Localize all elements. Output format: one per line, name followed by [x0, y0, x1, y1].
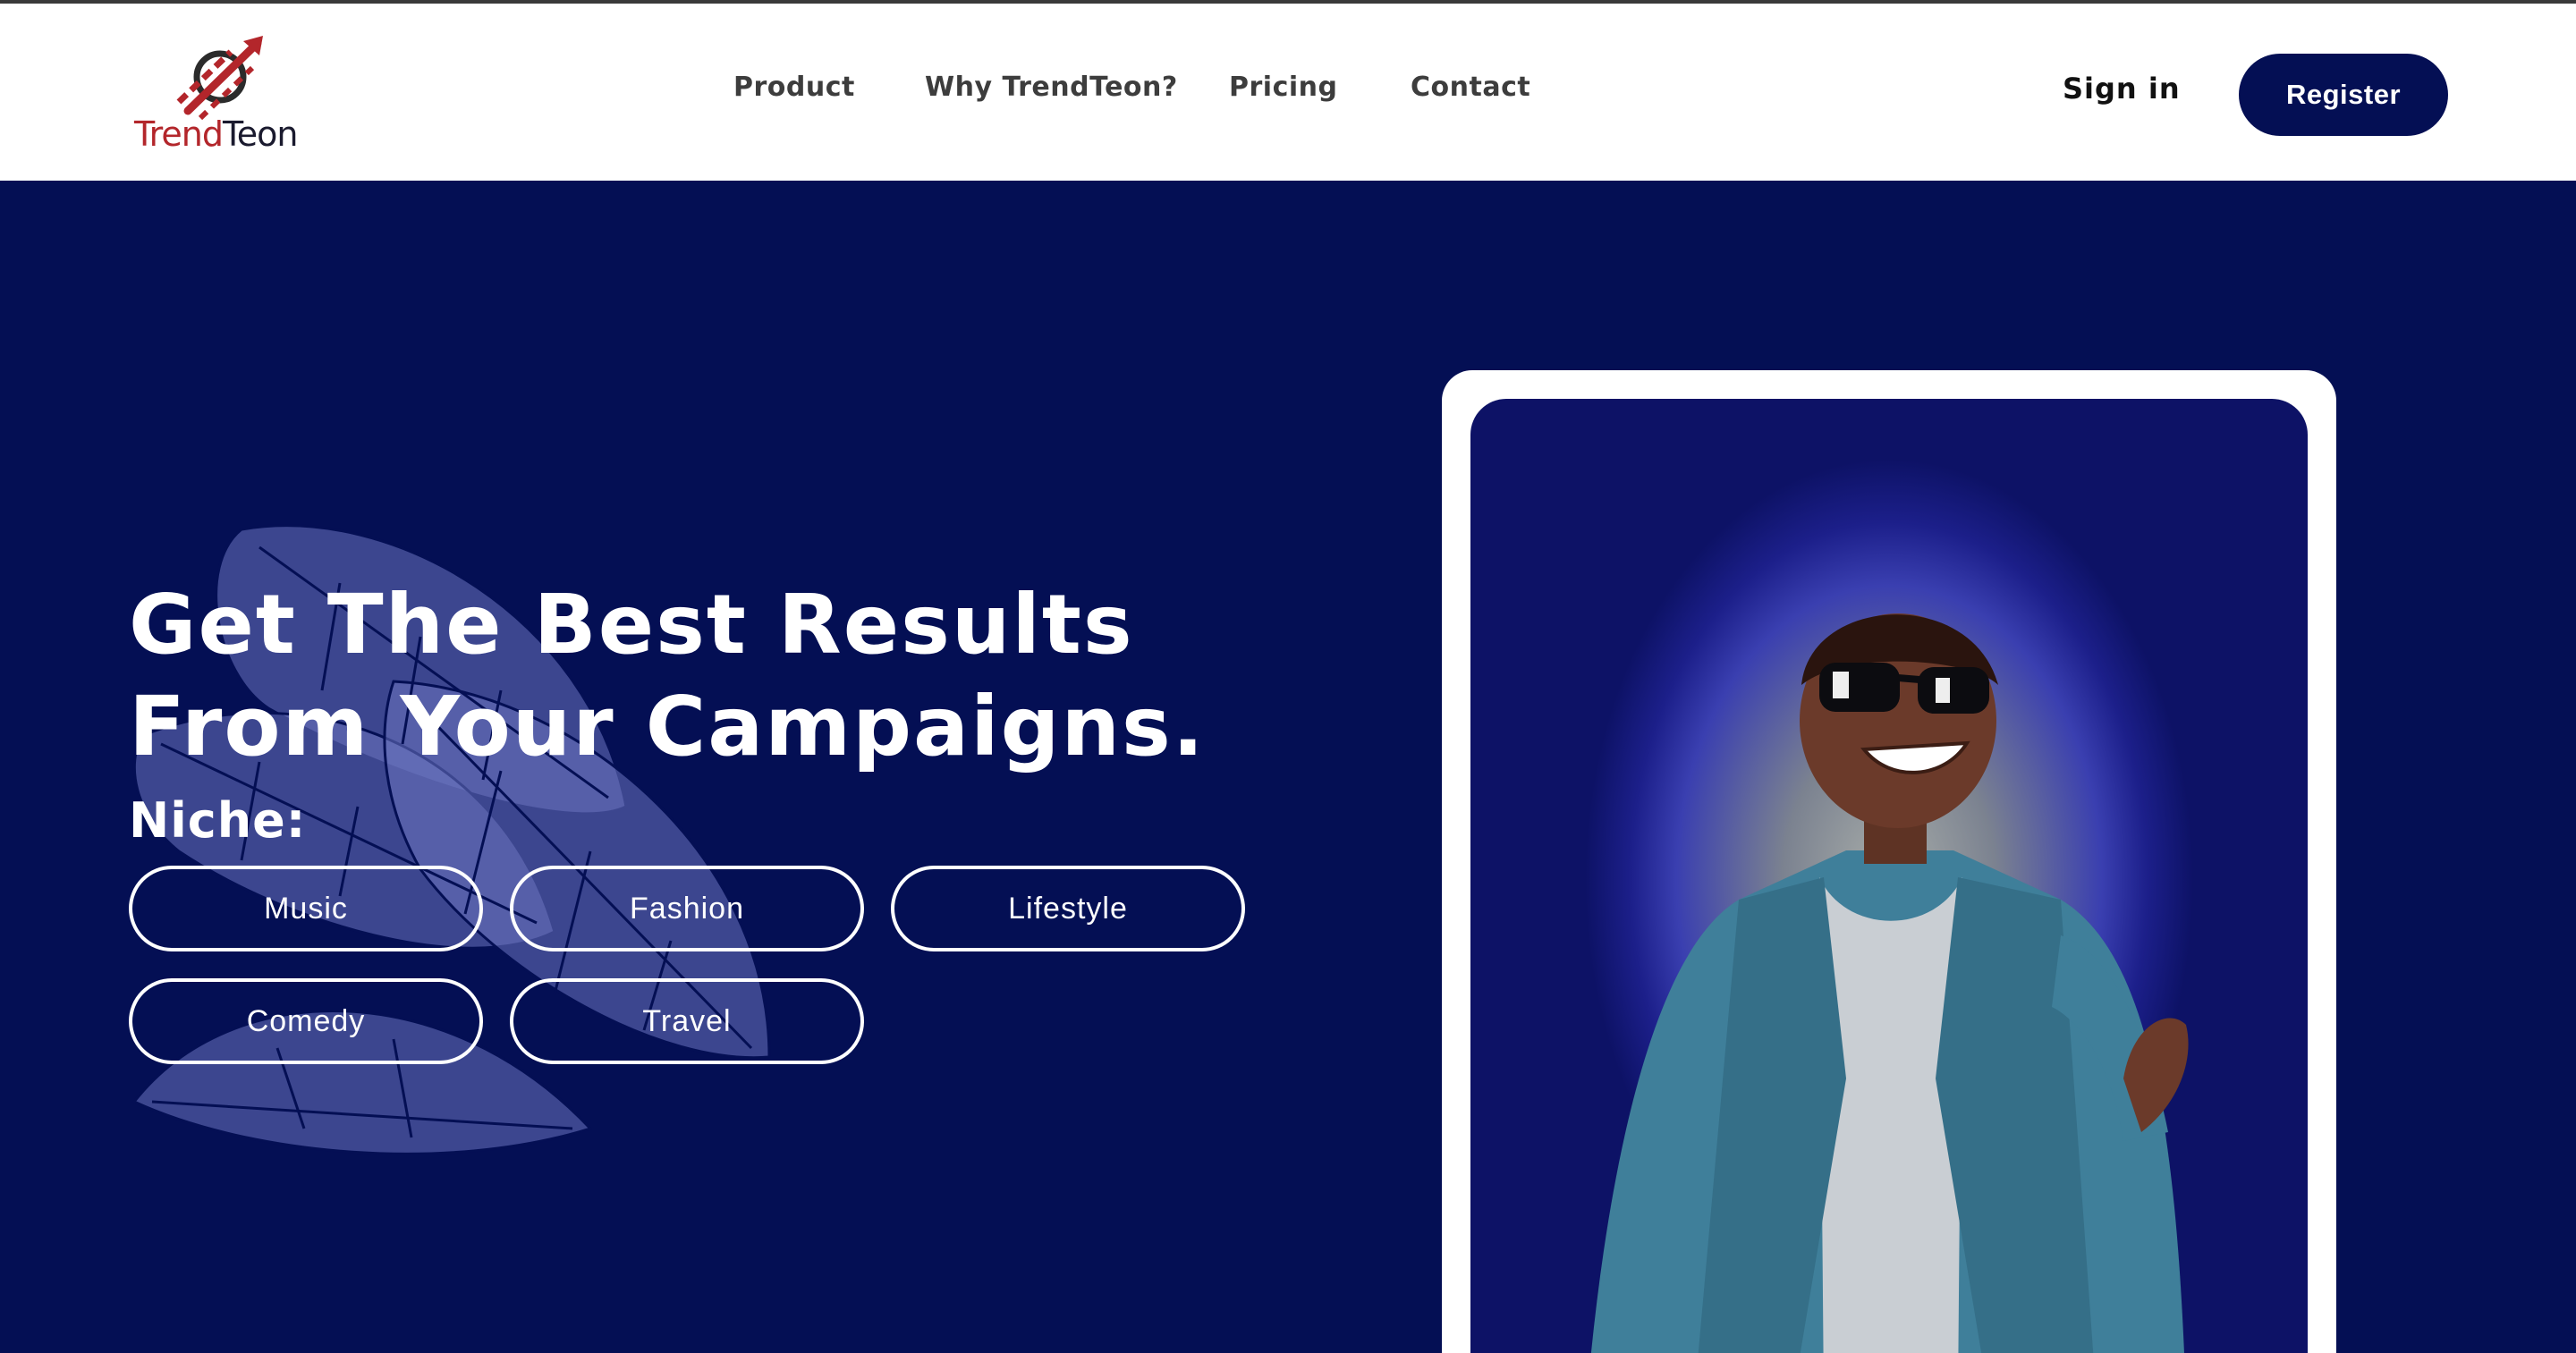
hero-headline: Get The Best Results From Your Campaigns…	[129, 574, 1206, 778]
niche-chip-fashion[interactable]: Fashion	[510, 866, 864, 951]
logo-text-teon: Teon	[223, 114, 298, 154]
logo-text-trend: Trend	[134, 114, 224, 154]
niche-chip-comedy[interactable]: Comedy	[129, 978, 483, 1064]
niche-chip-music[interactable]: Music	[129, 866, 483, 951]
niche-chip-travel[interactable]: Travel	[510, 978, 864, 1064]
nav-contact[interactable]: Contact	[1411, 72, 1530, 116]
register-button[interactable]: Register	[2239, 54, 2448, 136]
trendteon-logo-icon	[176, 36, 263, 121]
nav-pricing[interactable]: Pricing	[1229, 72, 1337, 116]
nav-why-trendteon[interactable]: Why TrendTeon?	[925, 72, 1178, 116]
hero-image-card	[1442, 370, 2336, 1353]
brand-logo[interactable]: TrendTeon	[131, 25, 327, 159]
niche-label: Niche:	[129, 792, 307, 849]
headline-line-1: Get The Best Results	[129, 577, 1134, 672]
niche-chip-lifestyle[interactable]: Lifestyle	[891, 866, 1245, 951]
headline-line-2: From Your Campaigns.	[129, 679, 1206, 774]
sign-in-link[interactable]: Sign in	[2063, 72, 2181, 106]
site-header: TrendTeon Product Why TrendTeon? Pricing…	[0, 4, 2576, 181]
person-illustration	[1590, 613, 2189, 1353]
hero-person-photo	[1470, 399, 2308, 1353]
nav-product[interactable]: Product	[733, 72, 855, 116]
hero-section: Get The Best Results From Your Campaigns…	[0, 181, 2576, 1353]
